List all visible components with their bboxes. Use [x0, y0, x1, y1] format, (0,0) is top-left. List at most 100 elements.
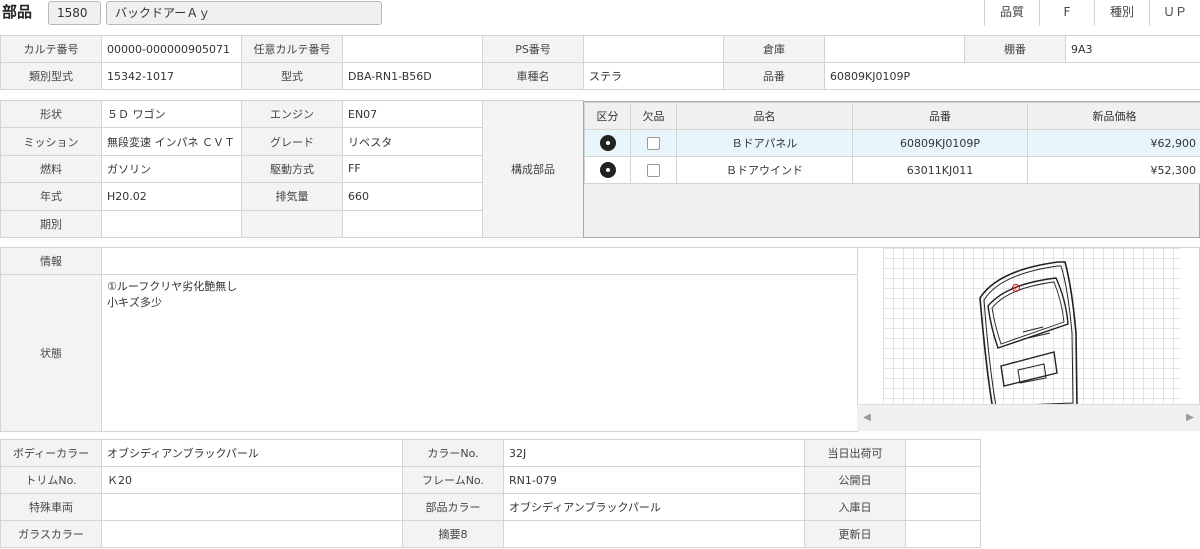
- drive-label: 駆動方式: [241, 154, 343, 184]
- optional-karte-value: [342, 35, 483, 63]
- type-label: 種別: [1094, 0, 1149, 26]
- drive-value: FF: [342, 154, 483, 184]
- spec-table: 形状 ５Ｄ ワゴン エンジン EN07 構成部品 ミッション 無段変速 インパネ…: [0, 99, 584, 239]
- mission-value: 無段変速 インパネ ＣＶＴ: [101, 127, 242, 156]
- disc-icon: [599, 135, 616, 151]
- shelf-label: 棚番: [964, 35, 1066, 63]
- col-number[interactable]: 品番: [852, 102, 1028, 130]
- mission-label: ミッション: [0, 127, 102, 156]
- fuel-label: 燃料: [0, 154, 102, 184]
- table-row[interactable]: Ｂドアウインド 63011KJ011 ¥52,300: [584, 156, 1200, 184]
- price-cell: ¥62,900: [1027, 129, 1200, 157]
- price-cell: ¥52,300: [1027, 156, 1200, 184]
- missing-cell: [630, 129, 677, 157]
- part-diagram-image: 1: [883, 248, 1181, 430]
- public-date-value: [905, 466, 981, 494]
- info-table: 情報 状態 ①ルーフクリヤ劣化艶無し 小キズ多少: [0, 247, 858, 432]
- public-date-label: 公開日: [804, 466, 906, 494]
- grade-value: リベスタ: [342, 127, 483, 156]
- vehicle-name-value: ステラ: [583, 62, 724, 90]
- disc-icon: [599, 162, 616, 178]
- displacement-label: 排気量: [241, 182, 343, 211]
- model-code-label: 型式: [241, 62, 343, 90]
- part-number-value: 60809KJ0109P: [824, 62, 1200, 90]
- karte-table: カルテ番号 00000-000000905071 任意カルテ番号 PS番号 倉庫…: [0, 35, 1200, 90]
- trim-no-label: トリムNo.: [0, 466, 102, 494]
- model-code-value: DBA-RN1-B56D: [342, 62, 483, 90]
- components-label: 構成部品: [482, 100, 584, 238]
- body-color-label: ボディーカラー: [0, 439, 102, 467]
- part-name-field[interactable]: バックドアーＡｙ: [106, 1, 382, 25]
- bottom-table: ボディーカラー オブシディアンブラックパール カラーNo. 32J 当日出荷可 …: [0, 439, 981, 548]
- vehicle-name-label: 車種名: [482, 62, 584, 90]
- missing-cell: [630, 156, 677, 184]
- checkbox-icon[interactable]: [647, 136, 660, 150]
- karte-number-label: カルテ番号: [0, 35, 102, 63]
- status-value: ①ルーフクリヤ劣化艶無し 小キズ多少: [101, 274, 858, 432]
- empty-cell: [342, 209, 483, 239]
- status-label: 状態: [0, 274, 102, 432]
- frame-no-value: RN1-079: [503, 466, 805, 494]
- ps-number-label: PS番号: [482, 35, 584, 63]
- part-number-cell: 60809KJ0109P: [852, 129, 1028, 157]
- trim-no-value: Ｋ20: [101, 466, 403, 494]
- displacement-value: 660: [342, 182, 483, 211]
- part-code-field[interactable]: 1580: [48, 1, 101, 25]
- parts-grid: 区分 欠品 品名 品番 新品価格 Ｂドアパネル 60809KJ0109P ¥62…: [583, 101, 1200, 238]
- frame-no-label: フレームNo.: [402, 466, 504, 494]
- year-value: H20.02: [101, 182, 242, 211]
- glass-color-value: [101, 520, 403, 548]
- grade-label: グレード: [241, 127, 343, 156]
- special-vehicle-label: 特殊車両: [0, 493, 102, 521]
- glass-color-label: ガラスカラー: [0, 520, 102, 548]
- summary-value: [503, 520, 805, 548]
- triangle-left-icon[interactable]: ◀: [857, 404, 877, 431]
- same-day-shipping-label: 当日出荷可: [804, 439, 906, 467]
- part-name-cell: Ｂドアウインド: [676, 156, 853, 184]
- triangle-right-icon[interactable]: ▶: [1180, 404, 1200, 431]
- status-line-2: 小キズ多少: [107, 296, 162, 309]
- info-label: 情報: [0, 247, 102, 275]
- period-label: 期別: [0, 209, 102, 239]
- info-value: [101, 247, 858, 275]
- ps-number-value: [583, 35, 724, 63]
- color-no-label: カラーNo.: [402, 439, 504, 467]
- special-vehicle-value: [101, 493, 403, 521]
- part-color-value: オブシディアンブラックパール: [503, 493, 805, 521]
- summary-label: 摘要8: [402, 520, 504, 548]
- quality-label: 品質: [984, 0, 1039, 26]
- body-color-value: オブシディアンブラックパール: [101, 439, 403, 467]
- parts-grid-header: 区分 欠品 品名 品番 新品価格: [584, 102, 1200, 130]
- status-line-1: ①ルーフクリヤ劣化艶無し: [107, 280, 238, 293]
- page-title: 部品: [2, 3, 33, 21]
- same-day-shipping-value: [905, 439, 981, 467]
- col-name[interactable]: 品名: [676, 102, 853, 130]
- color-no-value: 32J: [503, 439, 805, 467]
- updated-date-label: 更新日: [804, 520, 906, 548]
- part-name-cell: Ｂドアパネル: [676, 129, 853, 157]
- updated-date-value: [905, 520, 981, 548]
- karte-number-value: 00000-000000905071: [101, 35, 242, 63]
- part-number-label: 品番: [723, 62, 825, 90]
- quality-value: F: [1039, 0, 1094, 26]
- shape-value: ５Ｄ ワゴン: [101, 99, 242, 129]
- col-price[interactable]: 新品価格: [1027, 102, 1200, 130]
- col-missing[interactable]: 欠品: [630, 102, 677, 130]
- category-cell: [584, 156, 631, 184]
- parts-grid-table: 区分 欠品 品名 品番 新品価格 Ｂドアパネル 60809KJ0109P ¥62…: [584, 102, 1200, 184]
- arrival-date-label: 入庫日: [804, 493, 906, 521]
- shelf-value: 9A3: [1065, 35, 1200, 63]
- table-row[interactable]: Ｂドアパネル 60809KJ0109P ¥62,900: [584, 129, 1200, 157]
- engine-value: EN07: [342, 99, 483, 129]
- period-value: [101, 209, 242, 239]
- empty-cell: [241, 209, 343, 239]
- type-value: ＵＰ: [1149, 0, 1200, 26]
- part-color-label: 部品カラー: [402, 493, 504, 521]
- checkbox-icon[interactable]: [647, 163, 660, 177]
- col-category[interactable]: 区分: [584, 102, 631, 130]
- type-designation-label: 類別型式: [0, 62, 102, 90]
- fuel-value: ガソリン: [101, 154, 242, 184]
- warehouse-value: [824, 35, 965, 63]
- image-scrollbar[interactable]: [857, 404, 1200, 431]
- warehouse-label: 倉庫: [723, 35, 825, 63]
